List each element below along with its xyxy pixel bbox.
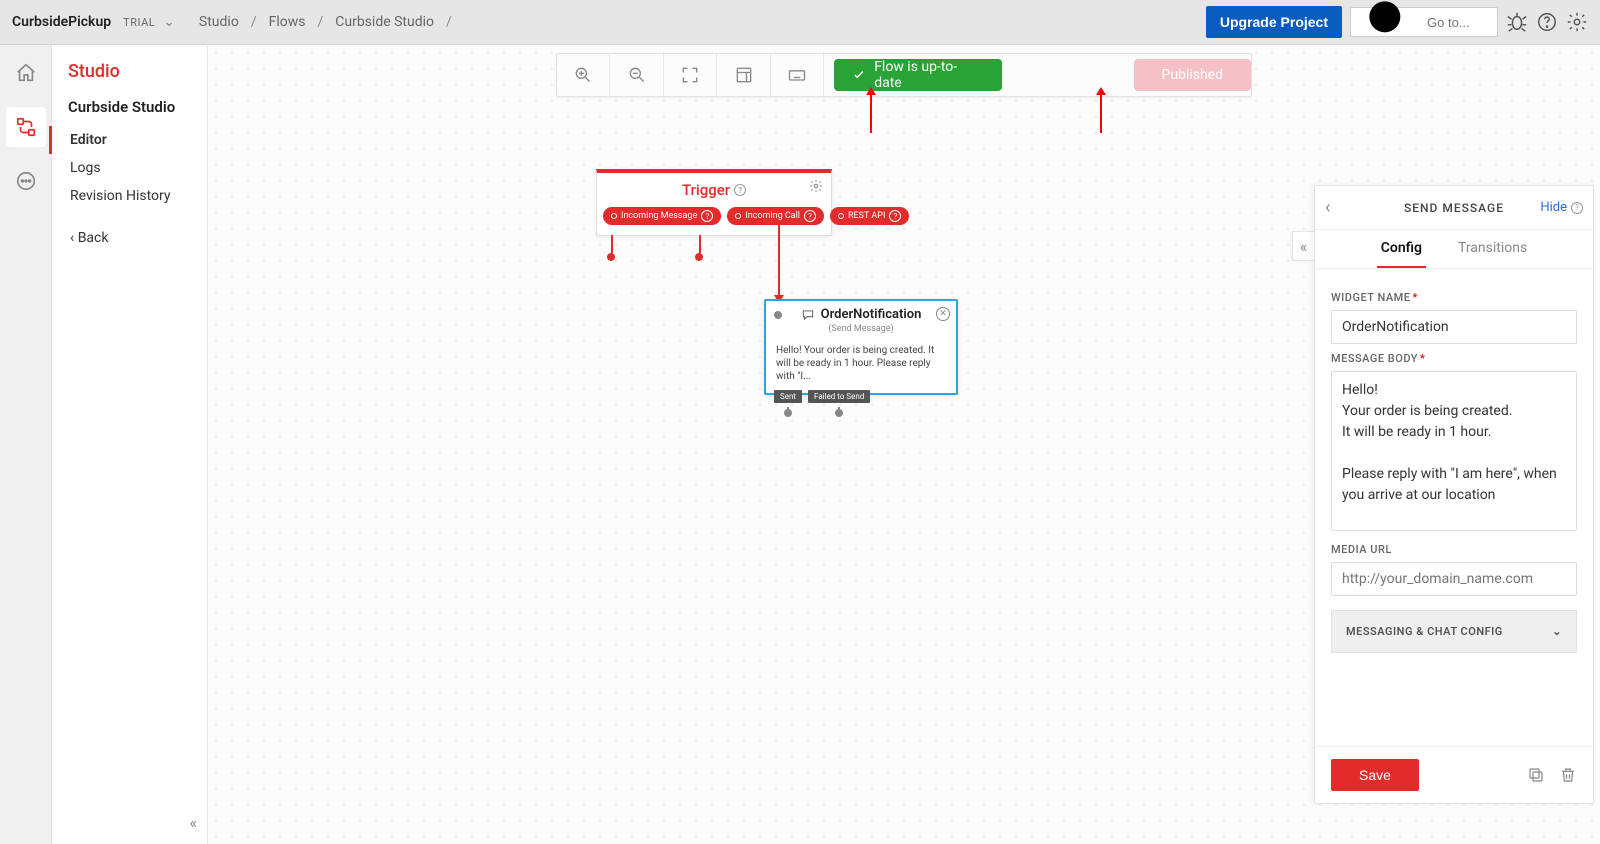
gear-icon[interactable] xyxy=(1566,11,1588,33)
panel-icon[interactable] xyxy=(717,54,770,96)
save-button[interactable]: Save xyxy=(1331,759,1419,791)
canvas[interactable]: Flow is up-to-date Published Trigger? In… xyxy=(208,45,1600,844)
help-icon[interactable]: ? xyxy=(804,210,816,222)
field-label-widget: WIDGET NAME* xyxy=(1331,291,1577,304)
trigger-settings-icon[interactable] xyxy=(809,179,823,197)
publish-status-label: Published xyxy=(1162,67,1223,83)
annotation-arrow xyxy=(1100,93,1102,133)
trigger-pill-label: REST API xyxy=(848,211,885,221)
debug-icon[interactable] xyxy=(1506,11,1528,33)
zoom-in-icon[interactable] xyxy=(557,54,610,96)
trigger-pill-incoming-call[interactable]: Incoming Call? xyxy=(727,207,824,225)
trigger-title: Trigger xyxy=(682,181,730,199)
sidebar-collapse-icon[interactable]: « xyxy=(189,813,197,832)
flow-edge xyxy=(778,281,780,297)
breadcrumb-sep: / xyxy=(446,14,452,30)
node-name: OrderNotification xyxy=(821,307,922,322)
node-close-icon[interactable]: ✕ xyxy=(936,307,950,321)
help-icon[interactable]: ? xyxy=(701,210,713,222)
trigger-pill-label: Incoming Message xyxy=(621,211,697,221)
flow-icon[interactable] xyxy=(6,107,46,147)
zoom-out-icon[interactable] xyxy=(610,54,663,96)
back-link[interactable]: ‹ Back xyxy=(52,218,207,258)
help-icon[interactable]: ? xyxy=(889,210,901,222)
chevron-down-icon: ⌄ xyxy=(1552,625,1562,638)
breadcrumb-sep: / xyxy=(317,14,323,30)
send-message-node[interactable]: OrderNotification ✕ (Send Message) Hello… xyxy=(764,299,958,395)
accordion-label: MESSAGING & CHAT CONFIG xyxy=(1346,625,1503,638)
tab-transitions[interactable]: Transitions xyxy=(1454,230,1531,268)
panel-hide-link[interactable]: Hide? xyxy=(1540,200,1583,215)
node-preview: Hello! Your order is being created. It w… xyxy=(766,340,956,393)
message-body-input[interactable] xyxy=(1331,371,1577,531)
upgrade-project-button[interactable]: Upgrade Project xyxy=(1206,6,1342,38)
panel-hide-label: Hide xyxy=(1540,200,1567,215)
canvas-toolbar: Flow is up-to-date Published xyxy=(556,53,1252,97)
node-subtitle: (Send Message) xyxy=(766,324,956,340)
help-icon[interactable]: ? xyxy=(734,184,746,196)
panel-title: SEND MESSAGE xyxy=(1404,201,1504,215)
flow-status: Flow is up-to-date xyxy=(834,59,1001,91)
widget-name-input[interactable] xyxy=(1331,310,1577,344)
media-url-input[interactable] xyxy=(1331,562,1577,596)
tab-config[interactable]: Config xyxy=(1377,230,1426,268)
rpanel-expand-icon[interactable]: « xyxy=(1292,231,1314,261)
sidebar-item-revision-history[interactable]: Revision History xyxy=(52,182,207,210)
search-input-wrap[interactable] xyxy=(1350,7,1498,37)
trigger-pill-rest-api[interactable]: REST API? xyxy=(830,207,909,225)
trigger-node[interactable]: Trigger? Incoming Message? Incoming Call… xyxy=(596,169,832,236)
field-label-media: MEDIA URL xyxy=(1331,543,1577,556)
messaging-chat-config-accordion[interactable]: MESSAGING & CHAT CONFIG ⌄ xyxy=(1331,610,1577,653)
duplicate-icon[interactable] xyxy=(1527,766,1545,784)
topbar: CurbsidePickup TRIAL ⌄ Studio / Flows / … xyxy=(0,0,1600,45)
home-icon[interactable] xyxy=(6,53,46,93)
search-input[interactable] xyxy=(1427,15,1489,30)
page-title: Studio xyxy=(52,61,207,98)
keyboard-icon[interactable] xyxy=(771,54,824,96)
port-dot[interactable] xyxy=(695,253,703,261)
sidebar: Studio Curbside Studio Editor Logs Revis… xyxy=(52,45,208,844)
fullscreen-icon[interactable] xyxy=(664,54,717,96)
breadcrumb-2[interactable]: Curbside Studio xyxy=(335,14,434,30)
trash-icon[interactable] xyxy=(1559,766,1577,784)
message-icon xyxy=(801,308,815,322)
node-handle[interactable] xyxy=(774,311,782,319)
node-port-failed[interactable]: Failed to Send xyxy=(808,390,870,403)
project-dropdown-icon[interactable]: ⌄ xyxy=(163,14,175,30)
breadcrumb-sep: / xyxy=(251,14,257,30)
port-line xyxy=(611,235,613,253)
panel-back-icon[interactable]: ‹ xyxy=(1325,197,1330,218)
port-dot[interactable] xyxy=(607,253,615,261)
node-port-sent[interactable]: Sent xyxy=(774,390,802,403)
sidebar-item-editor[interactable]: Editor xyxy=(49,126,207,154)
trigger-pill-incoming-message[interactable]: Incoming Message? xyxy=(603,207,721,225)
help-icon[interactable]: ? xyxy=(1571,202,1583,214)
breadcrumb-0[interactable]: Studio xyxy=(199,14,239,30)
port-line xyxy=(699,235,701,253)
publish-status[interactable]: Published xyxy=(1134,59,1251,91)
annotation-arrow xyxy=(870,93,872,133)
flow-name: Curbside Studio xyxy=(52,98,207,126)
trial-tag: TRIAL xyxy=(123,16,155,29)
breadcrumb-1[interactable]: Flows xyxy=(269,14,306,30)
flow-edge xyxy=(778,225,780,281)
trigger-pill-label: Incoming Call xyxy=(745,211,800,221)
field-label-body: MESSAGE BODY* xyxy=(1331,352,1577,365)
back-label: Back xyxy=(78,230,109,246)
properties-panel: ‹ SEND MESSAGE Hide? Config Transitions … xyxy=(1314,185,1594,804)
help-icon[interactable] xyxy=(1536,11,1558,33)
left-rail xyxy=(0,45,52,844)
project-name: CurbsidePickup xyxy=(12,14,111,30)
sidebar-item-logs[interactable]: Logs xyxy=(52,154,207,182)
more-icon[interactable] xyxy=(6,161,46,201)
flow-status-label: Flow is up-to-date xyxy=(874,59,983,91)
